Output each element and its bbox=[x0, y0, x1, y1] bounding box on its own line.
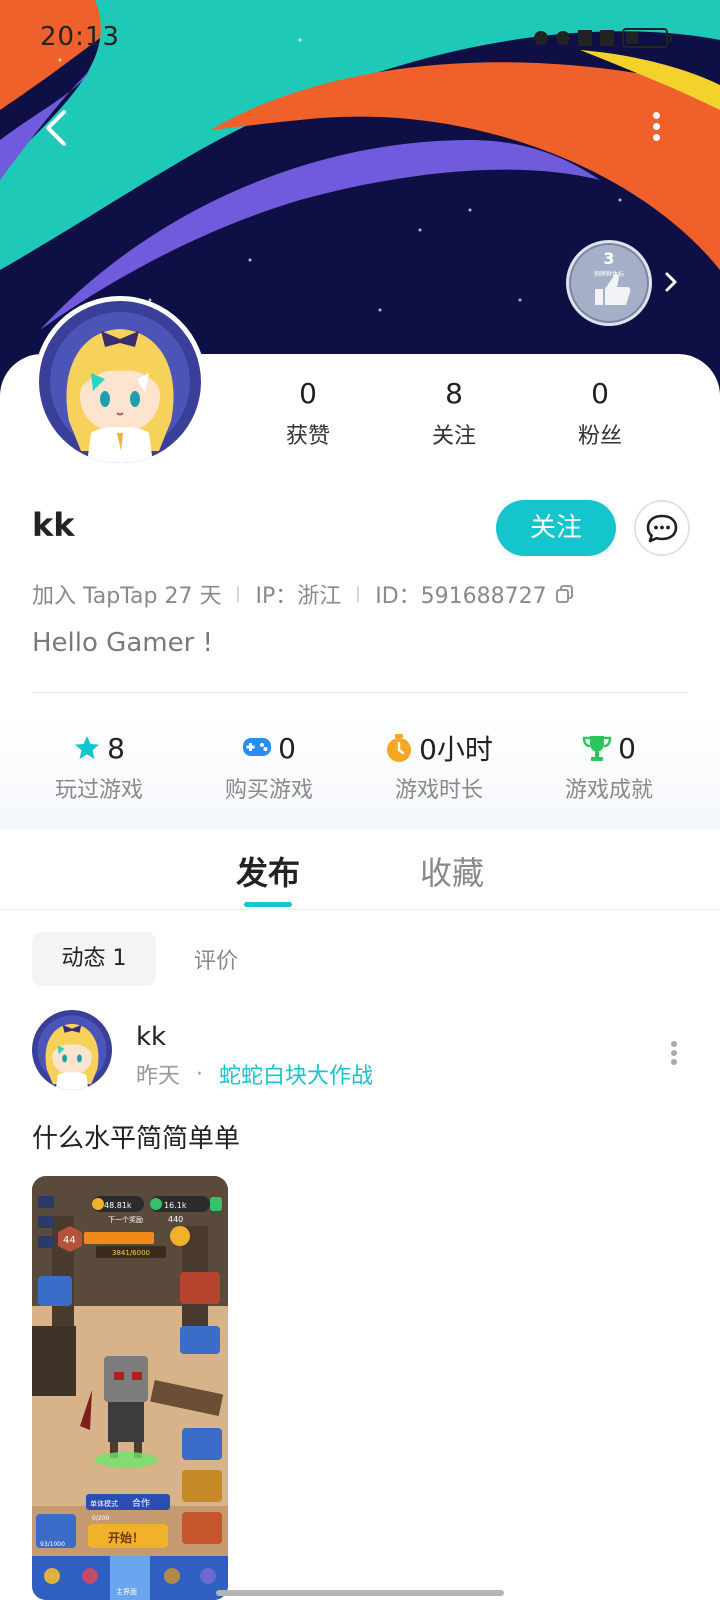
chevron-right-icon bbox=[665, 272, 677, 292]
trophy-icon bbox=[582, 736, 612, 761]
wifi-icon bbox=[600, 30, 614, 46]
post-image[interactable]: 48.81k 16.1k 下一个奖励 440 44 3841/6000 单体模式… bbox=[32, 1176, 228, 1600]
play-time[interactable]: 0小时 游戏时长 bbox=[354, 730, 524, 804]
subtab-reviews[interactable]: 评价 bbox=[194, 943, 238, 975]
profile-stats: 0 获赞 8 关注 0 粉丝 bbox=[240, 374, 680, 454]
stat-label: 获赞 bbox=[285, 424, 330, 449]
stat-value: 0 bbox=[591, 377, 609, 410]
stopwatch-icon bbox=[387, 734, 412, 762]
post-meta: 昨天 · 蛇蛇白块大作战 bbox=[136, 1058, 373, 1090]
game-screenshot: 48.81k 16.1k 下一个奖励 440 44 3841/6000 单体模式… bbox=[32, 1176, 228, 1600]
status-time: 20:13 bbox=[40, 22, 120, 52]
post-author-name[interactable]: kk bbox=[136, 1022, 166, 1052]
profile-avatar[interactable] bbox=[34, 296, 206, 468]
status-icons bbox=[534, 28, 672, 48]
profile-bio: Hello Gamer ! bbox=[32, 628, 213, 658]
chest-progress: 93/1000 bbox=[40, 1541, 65, 1548]
purchased-games[interactable]: 0 购买游戏 bbox=[184, 730, 354, 804]
tab-posts[interactable]: 发布 bbox=[236, 848, 300, 894]
start-button-label: 开始！ bbox=[108, 1530, 144, 1545]
star-icon bbox=[75, 736, 100, 759]
subtab-moments[interactable]: 动态 1 bbox=[32, 932, 156, 986]
reward-score: 440 bbox=[168, 1215, 183, 1224]
home-tab-label: 主界面 bbox=[116, 1587, 137, 1596]
gem-count: 16.1k bbox=[164, 1201, 187, 1210]
user-badge[interactable]: 3 铜牌群体标 bbox=[566, 240, 652, 326]
achievement-value: 0小时 bbox=[419, 733, 493, 766]
divider bbox=[237, 586, 240, 602]
back-button[interactable] bbox=[36, 104, 76, 152]
battery-icon bbox=[622, 28, 672, 48]
achievement-value: 0 bbox=[278, 731, 296, 765]
tab-favorites[interactable]: 收藏 bbox=[420, 848, 484, 894]
vertical-dots-icon bbox=[671, 1041, 677, 1047]
post-more-button[interactable] bbox=[668, 1038, 680, 1068]
game-stats-row: 8 玩过游戏 0 购买游戏 0小时 游戏时长 0 游戏成就 bbox=[0, 720, 720, 830]
content-tabs: 发布 收藏 bbox=[0, 830, 720, 910]
post-author-avatar[interactable] bbox=[32, 1010, 112, 1090]
achievement-label: 玩过游戏 bbox=[54, 778, 143, 803]
coop-label: 合作 bbox=[132, 1497, 150, 1509]
thumbs-up-icon bbox=[595, 274, 631, 305]
post-text: 什么水平简简单单 bbox=[32, 1124, 241, 1154]
mode-progress: 0/200 bbox=[92, 1515, 109, 1522]
sub-tabs: 动态 1 评价 bbox=[32, 932, 238, 986]
achievement-value: 8 bbox=[107, 731, 125, 765]
status-bar: 20:13 bbox=[0, 0, 720, 80]
username: kk bbox=[32, 506, 75, 544]
stat-following[interactable]: 8 关注 bbox=[404, 374, 504, 450]
vertical-dots-icon bbox=[652, 112, 660, 119]
user-id: ID：591688727 bbox=[375, 584, 547, 609]
joined-text: 加入 TapTap 27 天 bbox=[32, 584, 222, 609]
divider bbox=[357, 586, 360, 602]
played-games[interactable]: 8 玩过游戏 bbox=[14, 730, 184, 804]
more-options-button[interactable] bbox=[644, 108, 668, 148]
location-icon bbox=[556, 31, 570, 45]
profile-meta: 加入 TapTap 27 天 IP：浙江 ID：591688727 bbox=[32, 578, 575, 610]
follow-button[interactable]: 关注 bbox=[496, 500, 616, 556]
trophy-progress: 3841/6000 bbox=[112, 1249, 150, 1257]
alarm-icon bbox=[534, 31, 548, 45]
avatar-image bbox=[39, 301, 201, 463]
chevron-left-icon bbox=[46, 110, 66, 146]
copy-icon[interactable] bbox=[555, 584, 575, 604]
stat-likes[interactable]: 0 获赞 bbox=[258, 374, 358, 450]
ip-location: IP：浙江 bbox=[255, 584, 342, 609]
achievement-label: 游戏时长 bbox=[394, 778, 483, 803]
player-level: 44 bbox=[63, 1235, 76, 1246]
message-button[interactable] bbox=[634, 500, 690, 556]
chat-bubble-icon bbox=[646, 514, 678, 543]
stat-followers[interactable]: 0 粉丝 bbox=[550, 374, 650, 450]
post-game-link[interactable]: 蛇蛇白块大作战 bbox=[219, 1058, 373, 1090]
active-tab-indicator bbox=[244, 902, 292, 907]
game-achievements[interactable]: 0 游戏成就 bbox=[524, 730, 694, 804]
post-time: 昨天 bbox=[136, 1064, 181, 1089]
gamepad-icon bbox=[243, 738, 272, 756]
meta-separator: · bbox=[196, 1061, 204, 1087]
achievement-value: 0 bbox=[618, 731, 636, 765]
stat-value: 0 bbox=[299, 377, 317, 410]
section-divider bbox=[32, 692, 688, 693]
home-indicator[interactable] bbox=[216, 1590, 504, 1596]
stat-label: 粉丝 bbox=[577, 424, 622, 449]
achievement-label: 游戏成就 bbox=[564, 778, 653, 803]
mode-label: 单体模式 bbox=[90, 1499, 118, 1508]
achievement-label: 购买游戏 bbox=[224, 778, 313, 803]
coin-count: 48.81k bbox=[104, 1201, 132, 1210]
stat-value: 8 bbox=[445, 377, 463, 410]
badge-more-button[interactable] bbox=[662, 266, 682, 298]
next-reward-label: 下一个奖励 bbox=[108, 1215, 143, 1224]
stat-label: 关注 bbox=[431, 424, 476, 449]
signal-icon bbox=[578, 30, 592, 46]
